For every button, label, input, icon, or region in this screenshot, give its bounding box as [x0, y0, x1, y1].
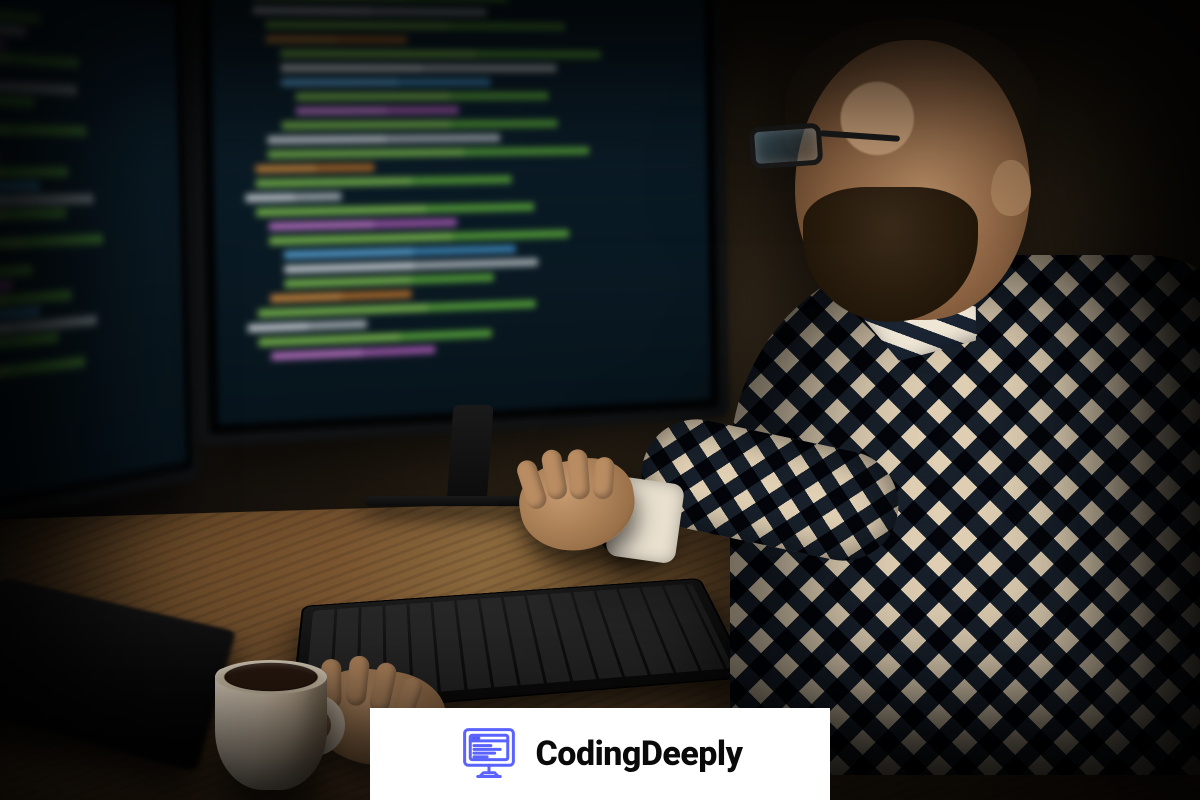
ear — [991, 160, 1031, 216]
person — [600, 5, 1200, 785]
monitor-left-screen — [0, 0, 187, 525]
coffee-mug — [195, 660, 345, 800]
photo-scene: CodingDeeply — [0, 0, 1200, 800]
brand-name: CodingDeeply — [536, 734, 743, 774]
code-on-screen — [0, 0, 180, 507]
monitor-left — [0, 0, 192, 536]
brand-logo-icon — [458, 723, 520, 785]
glasses — [750, 125, 870, 171]
watermark-card: CodingDeeply — [370, 708, 830, 800]
glasses-lens — [749, 123, 824, 170]
monitor-stand-neck — [447, 405, 494, 505]
